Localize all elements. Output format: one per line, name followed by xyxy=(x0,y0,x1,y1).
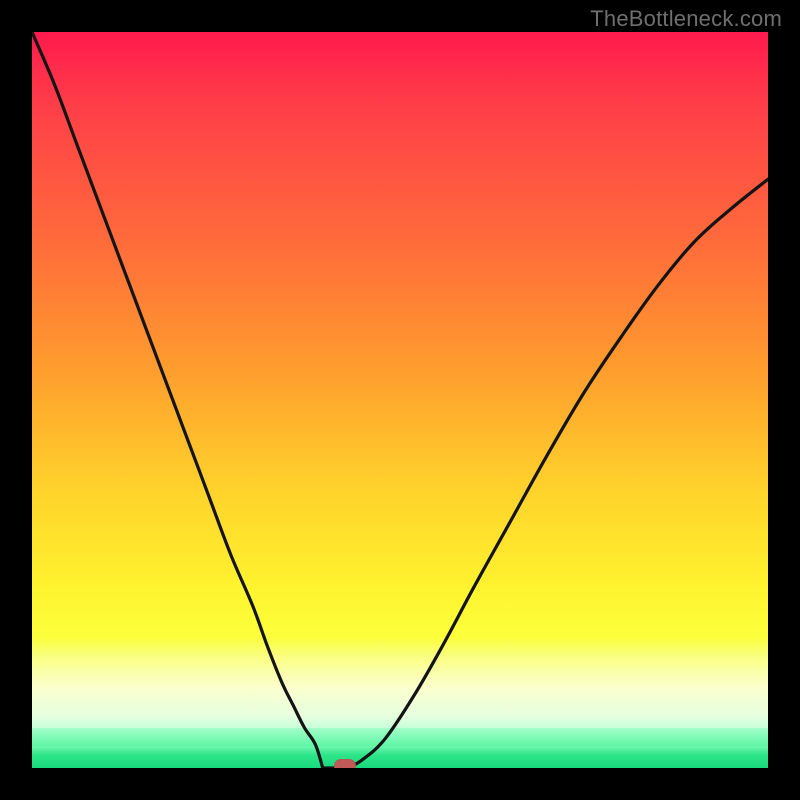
attribution-text: TheBottleneck.com xyxy=(590,6,782,32)
bottleneck-curve xyxy=(32,32,768,768)
chart-frame: TheBottleneck.com xyxy=(0,0,800,800)
optimum-marker xyxy=(334,759,356,768)
plot-area xyxy=(32,32,768,768)
